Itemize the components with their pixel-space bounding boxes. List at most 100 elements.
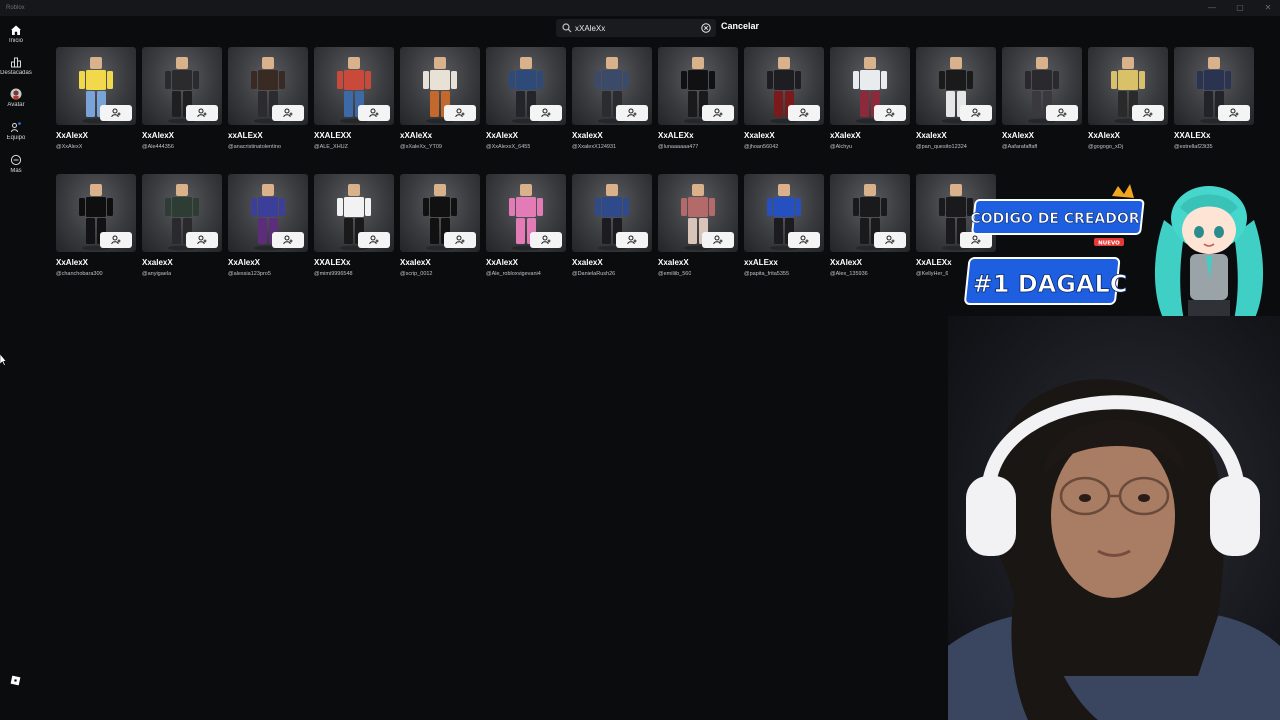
user-card[interactable]: XxalexX @pan_quesito12324: [916, 47, 996, 153]
party-icon: [11, 122, 21, 133]
add-friend-button[interactable]: [530, 232, 562, 248]
avatar-thumbnail[interactable]: [572, 47, 652, 125]
add-friend-button[interactable]: [960, 105, 992, 121]
add-friend-button[interactable]: [272, 105, 304, 121]
avatar-thumbnail[interactable]: [572, 174, 652, 252]
roblox-logo-icon[interactable]: [10, 675, 21, 686]
sidebar-item-avatar[interactable]: Avatar: [0, 88, 32, 108]
add-friend-button[interactable]: [616, 232, 648, 248]
sidebar-item-charts[interactable]: Destacadas: [0, 56, 32, 76]
avatar-thumbnail[interactable]: [744, 174, 824, 252]
avatar-thumbnail[interactable]: [1002, 47, 1082, 125]
avatar-thumbnail[interactable]: [830, 174, 910, 252]
display-name: XxalexX: [572, 258, 603, 267]
close-icon[interactable]: ✕: [1262, 0, 1274, 16]
search-input[interactable]: [575, 21, 693, 35]
avatar-thumbnail[interactable]: [916, 47, 996, 125]
avatar-thumbnail[interactable]: [56, 47, 136, 125]
sidebar-item-label: Más: [10, 168, 22, 174]
avatar-thumbnail[interactable]: [486, 174, 566, 252]
add-friend-button[interactable]: [1132, 105, 1164, 121]
add-friend-button[interactable]: [874, 105, 906, 121]
add-friend-button[interactable]: [186, 232, 218, 248]
clear-search-icon[interactable]: [701, 23, 711, 33]
add-friend-button[interactable]: [616, 105, 648, 121]
user-card[interactable]: xxALExx @papita_frita5355: [744, 174, 824, 280]
user-card[interactable]: XxAlexX @Alex_135936: [830, 174, 910, 280]
add-friend-button[interactable]: [100, 105, 132, 121]
avatar-thumbnail[interactable]: [1174, 47, 1254, 125]
banner-line-1: CODIGO DE CREADOR: [970, 211, 1139, 227]
display-name: xXAleXx: [400, 131, 433, 140]
add-friend-button[interactable]: [358, 105, 390, 121]
user-card[interactable]: XxAlexX @XxAlexX: [56, 47, 136, 153]
display-name: XxalexX: [916, 131, 947, 140]
add-friend-button[interactable]: [874, 232, 906, 248]
user-card[interactable]: XxAlexX @Ale_robloxvigevani4: [486, 174, 566, 280]
user-card[interactable]: XxalexX @jhoan56042: [744, 47, 824, 153]
add-friend-button[interactable]: [530, 105, 562, 121]
avatar-thumbnail[interactable]: [228, 47, 308, 125]
add-friend-button[interactable]: [358, 232, 390, 248]
add-friend-button[interactable]: [444, 105, 476, 121]
avatar-thumbnail[interactable]: [400, 174, 480, 252]
user-card[interactable]: XXALEXX @ALE_XHUZ: [314, 47, 394, 153]
user-card[interactable]: xxALExX @anacristinatolentino: [228, 47, 308, 153]
window-title-bar: Roblox — ▢ ✕: [0, 0, 1280, 16]
avatar-thumbnail[interactable]: [142, 47, 222, 125]
user-card[interactable]: XxalexX @DanielaRush26: [572, 174, 652, 280]
avatar-thumbnail[interactable]: [56, 174, 136, 252]
user-card[interactable]: XxalexX @anyigaela: [142, 174, 222, 280]
cancel-button[interactable]: Cancelar: [721, 21, 759, 31]
add-friend-button[interactable]: [788, 232, 820, 248]
user-card[interactable]: XxAlexX @XxAlexxX_6455: [486, 47, 566, 153]
minimize-icon[interactable]: —: [1206, 0, 1218, 16]
user-card[interactable]: XxAlexX @gogogo_xDj: [1088, 47, 1168, 153]
maximize-icon[interactable]: ▢: [1234, 0, 1246, 16]
user-card[interactable]: XXALEXx @estrellaf23t35: [1174, 47, 1254, 153]
display-name: XxAlexX: [56, 131, 89, 140]
add-friend-button[interactable]: [1218, 105, 1250, 121]
sidebar-item-more[interactable]: Más: [0, 154, 32, 174]
user-card[interactable]: XxalexX @scrip_0012: [400, 174, 480, 280]
avatar-thumbnail[interactable]: [228, 174, 308, 252]
avatar-thumbnail[interactable]: [314, 47, 394, 125]
user-card[interactable]: XxALEXx @lunaaaaaa477: [658, 47, 738, 153]
add-friend-button[interactable]: [1046, 105, 1078, 121]
avatar-icon: [10, 88, 22, 100]
user-card[interactable]: XxalexX @emiliib_560: [658, 174, 738, 280]
user-card[interactable]: XxalexX @XxalexX124931: [572, 47, 652, 153]
display-name: XxALEXx: [658, 131, 694, 140]
display-name: XXALEXx: [314, 258, 351, 267]
add-friend-button[interactable]: [272, 232, 304, 248]
avatar-thumbnail[interactable]: [658, 47, 738, 125]
avatar-thumbnail[interactable]: [1088, 47, 1168, 125]
user-card[interactable]: xXAleXx @xXaleXx_YT09: [400, 47, 480, 153]
user-card[interactable]: XXALEXx @mimi9996548: [314, 174, 394, 280]
avatar-thumbnail[interactable]: [744, 47, 824, 125]
user-card[interactable]: XxAlexX @alessia123pro5: [228, 174, 308, 280]
avatar-thumbnail[interactable]: [658, 174, 738, 252]
add-friend-button[interactable]: [788, 105, 820, 121]
sidebar-item-party[interactable]: Equipo: [0, 121, 32, 141]
add-friend-button[interactable]: [186, 105, 218, 121]
avatar-thumbnail[interactable]: [830, 47, 910, 125]
window-title: Roblox: [6, 5, 25, 11]
avatar-thumbnail[interactable]: [314, 174, 394, 252]
username-handle: @estrellaf23t35: [1174, 144, 1213, 150]
avatar-thumbnail[interactable]: [400, 47, 480, 125]
add-friend-button[interactable]: [702, 232, 734, 248]
username-handle: @Ale_robloxvigevani4: [486, 271, 541, 277]
user-card[interactable]: xXalexX @Alchyu: [830, 47, 910, 153]
add-friend-button[interactable]: [444, 232, 476, 248]
user-card[interactable]: XxAlexX @chanchobara300: [56, 174, 136, 280]
avatar-thumbnail[interactable]: [486, 47, 566, 125]
user-card[interactable]: XxAlexX @Aafarafaffaff: [1002, 47, 1082, 153]
username-handle: @Ale444356: [142, 144, 174, 150]
user-card[interactable]: XxAlexX @Ale444356: [142, 47, 222, 153]
add-friend-button[interactable]: [702, 105, 734, 121]
avatar-thumbnail[interactable]: [142, 174, 222, 252]
add-friend-button[interactable]: [100, 232, 132, 248]
add-friend-icon: [111, 108, 121, 118]
sidebar-item-home[interactable]: Inicio: [0, 24, 32, 44]
